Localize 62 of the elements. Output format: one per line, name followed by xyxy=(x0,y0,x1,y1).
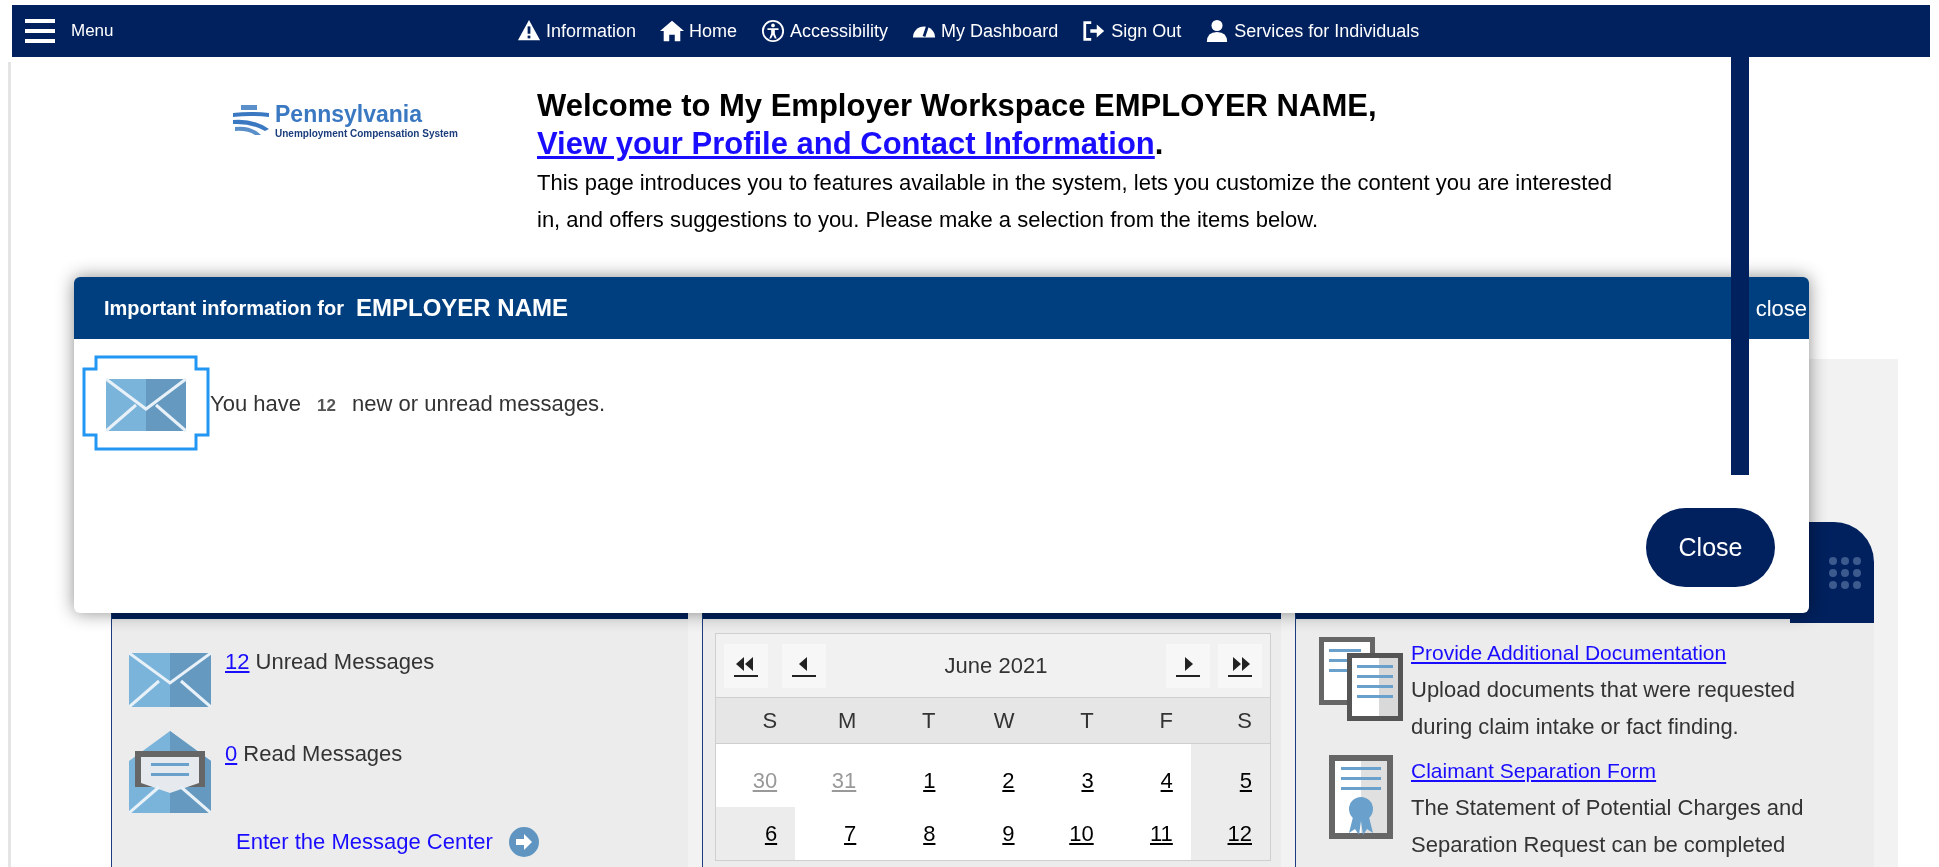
open-envelope-icon xyxy=(129,729,211,813)
sign-out-icon xyxy=(1082,19,1107,43)
calendar-day[interactable]: 9 xyxy=(1002,817,1015,850)
dialog-title: Important information for xyxy=(104,296,344,321)
calendar-day[interactable]: 11 xyxy=(1150,817,1173,850)
calendar-day[interactable]: 3 xyxy=(1081,764,1094,797)
nav-link[interactable]: Home xyxy=(689,17,738,45)
nav-link[interactable]: Services for Individuals xyxy=(1234,17,1420,45)
read-messages-text: 0 Read Messages xyxy=(225,740,403,768)
intro-text: This page introduces you to features available in the system, lets you customize the content you are interested in, and offers suggestions to you. Please make a selection from the items below. xyxy=(537,169,1613,234)
accessibility-icon xyxy=(761,19,786,43)
calendar-day[interactable]: 10 xyxy=(1069,817,1094,850)
previous-month-button[interactable] xyxy=(782,643,826,688)
next-month-button[interactable] xyxy=(1166,643,1210,688)
envelope-icon xyxy=(82,355,210,451)
calendar-day[interactable]: 12 xyxy=(1227,817,1252,850)
resource-link[interactable]: Provide Additional Documentation xyxy=(1411,635,1841,671)
person-icon xyxy=(1205,19,1230,43)
menu-link[interactable]: Menu xyxy=(71,18,114,44)
calendar-day[interactable]: 2 xyxy=(1002,764,1015,797)
calendar-day[interactable]: 5 xyxy=(1239,764,1252,797)
calendar-day[interactable]: 4 xyxy=(1160,764,1173,797)
weekday-label: M xyxy=(836,707,858,735)
previous-year-button[interactable] xyxy=(724,643,768,688)
weekday-label: S xyxy=(761,707,779,735)
weekday-label: F xyxy=(1158,707,1174,735)
close-button[interactable]: Close xyxy=(1646,508,1775,587)
message-center-link[interactable]: Enter the Message Center xyxy=(236,825,493,858)
home-icon xyxy=(660,19,685,43)
arrow-right-icon xyxy=(508,826,539,857)
warning-icon xyxy=(517,19,541,43)
logo-title: Pennsylvania xyxy=(275,103,424,126)
documents-icon xyxy=(1316,635,1405,723)
nav-link[interactable]: My Dashboard xyxy=(941,17,1059,45)
calendar-month: June 2021 xyxy=(943,652,1049,680)
nav-link[interactable]: Information xyxy=(546,17,637,45)
unread-messages-text: 12 Unread Messages xyxy=(225,648,435,676)
welcome-heading: Welcome to My Employer Workspace EMPLOYER NAME, View your Profile and Contact Information. xyxy=(537,87,1378,163)
close-link[interactable]: close xyxy=(1755,291,1809,325)
unread-count-link[interactable]: 12 xyxy=(225,649,250,674)
calendar-day[interactable]: 6 xyxy=(764,817,778,850)
resource-description: The Statement of Potential Charges and Separation Request can be completed xyxy=(1411,794,1805,859)
certificate-icon xyxy=(1326,753,1395,841)
read-count-link[interactable]: 0 xyxy=(225,741,238,766)
weekday-label: T xyxy=(1079,707,1095,735)
profile-link[interactable]: View your Profile and Contact Information xyxy=(537,126,1155,161)
menu-icon xyxy=(25,17,55,45)
employer-name: EMPLOYER NAME xyxy=(356,293,568,323)
calendar-day[interactable]: 8 xyxy=(923,817,936,850)
resource-link[interactable]: Claimant Separation Form xyxy=(1411,753,1841,789)
nav-link[interactable]: Accessibility xyxy=(790,17,889,45)
weekday-label: S xyxy=(1236,707,1253,735)
dots-icon xyxy=(1828,555,1862,590)
logo-subtitle: Unemployment Compensation System xyxy=(275,129,458,139)
resource-description: Upload documents that were requested during claim intake or fact finding. xyxy=(1411,676,1796,741)
weekday-label: T xyxy=(920,707,937,735)
calendar-day[interactable]: 1 xyxy=(923,764,936,797)
weekday-label: W xyxy=(992,707,1016,735)
unread-message-text: You have 12 new or unread messages. xyxy=(210,389,606,418)
calendar-day[interactable]: 7 xyxy=(844,817,857,850)
nav-link[interactable]: Sign Out xyxy=(1111,17,1182,45)
next-year-button[interactable] xyxy=(1218,643,1262,688)
